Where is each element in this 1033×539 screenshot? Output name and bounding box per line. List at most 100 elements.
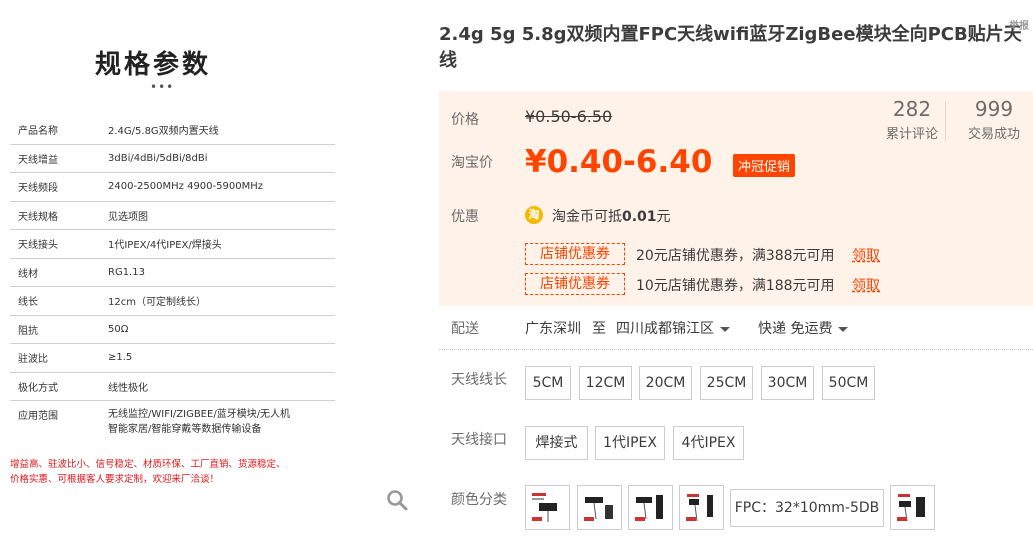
- ship-to-select[interactable]: 四川成都锦江区: [616, 318, 730, 338]
- coupon-text: 20元店铺优惠券，满388元可用: [636, 248, 835, 264]
- option-length[interactable]: 50CM: [822, 366, 875, 400]
- spec-value: 50Ω: [108, 323, 129, 335]
- option-length[interactable]: 25CM: [700, 366, 753, 400]
- shipping-row: 配送 广东深圳 至 四川成都锦江区 快递 免运费: [439, 306, 1033, 350]
- length-label: 天线线长: [451, 372, 507, 388]
- chevron-down-icon: [720, 326, 730, 332]
- option-length[interactable]: 20CM: [639, 366, 692, 400]
- spec-key: 应用范围: [18, 411, 58, 422]
- shop-coupon-tag: 店铺优惠券: [525, 273, 625, 295]
- option-color-text[interactable]: FPC：32*10mm-5DB: [730, 489, 884, 527]
- spec-table: 产品名称 2.4G/5.8G双频内置天线 天线增益 3dBi/4dBi/5dBi…: [10, 116, 335, 443]
- taobao-price-label: 淘宝价: [451, 155, 493, 171]
- spec-row: 应用范围 无线监控/WIFI/ZIGBEE/蓝牙模块/无人机 智能家居/智能穿戴…: [10, 401, 335, 443]
- spec-row: 天线频段 2400-2500MHz 4900-5900MHz: [10, 173, 335, 202]
- antenna-thumbnail: [584, 497, 613, 521]
- price-label: 价格: [451, 112, 479, 128]
- product-title: 2.4g 5g 5.8g双频内置FPC天线wifi蓝牙ZigBee模块全向PCB…: [439, 21, 1033, 74]
- spec-key: 天线规格: [18, 211, 58, 223]
- promo-tag: 冲冠促销: [733, 154, 796, 177]
- zoom-icon[interactable]: [386, 489, 408, 511]
- chevron-down-icon: [838, 326, 849, 332]
- sales-label: 交易成功: [967, 127, 1020, 142]
- spec-value: 1代IPEX/4代IPEX/焊接头: [108, 240, 222, 252]
- spec-value: 3dBi/4dBi/5dBi/8dBi: [108, 152, 208, 164]
- antenna-thumbnail: [635, 495, 663, 521]
- option-length[interactable]: 30CM: [761, 366, 814, 400]
- report-link[interactable]: 举报: [1009, 14, 1029, 40]
- spec-image: 规格参数 ••• 产品名称 2.4G/5.8G双频内置天线 天线增益 3dBi/…: [0, 0, 420, 539]
- spec-key: 线材: [18, 268, 38, 280]
- spec-value: 无线监控/WIFI/ZIGBEE/蓝牙模块/无人机 智能家居/智能穿戴等数据传输…: [108, 407, 335, 443]
- spec-red-line: 价格实惠、可根据客人要求定制，欢迎来厂洽谈！: [10, 474, 220, 485]
- claim-coupon-link[interactable]: 领取: [852, 275, 880, 295]
- spec-row: 天线接头 1代IPEX/4代IPEX/焊接头: [10, 230, 335, 259]
- spec-row: 线长 12cm（可定制线长）: [10, 287, 335, 316]
- antenna-thumbnail: [686, 494, 713, 522]
- spec-key: 天线增益: [18, 154, 58, 166]
- ship-method-text: 快递 免运费: [758, 321, 833, 337]
- spec-key: 天线接头: [18, 240, 58, 252]
- promo-label: 优惠: [451, 209, 479, 225]
- shop-coupon-tag: 店铺优惠券: [525, 243, 625, 265]
- coin-text-a: 淘金币可抵: [552, 209, 622, 225]
- reviews-count: 282: [892, 97, 932, 121]
- spec-value: 见选项图: [108, 211, 148, 223]
- taojinbi-icon: 淘: [525, 206, 543, 224]
- coupon-text: 10元店铺优惠券，满188元可用: [636, 278, 835, 294]
- claim-coupon-link[interactable]: 领取: [852, 245, 880, 265]
- spec-row: 极化方式 线性极化: [10, 373, 335, 401]
- spec-key: 极化方式: [18, 382, 58, 394]
- color-swatch[interactable]: [628, 485, 673, 530]
- original-price: ¥0.50-6.50: [525, 107, 613, 126]
- spec-value: RG1.13: [108, 266, 145, 278]
- sales-stat: 999 交易成功: [959, 97, 1029, 142]
- option-connector[interactable]: 4代IPEX: [673, 426, 744, 460]
- spec-key: 线长: [18, 297, 38, 309]
- shipping-label: 配送: [451, 321, 479, 337]
- color-swatch[interactable]: [890, 485, 935, 530]
- spec-row: 阻抗 50Ω: [10, 316, 335, 344]
- spec-key: 阻抗: [18, 325, 38, 337]
- sales-count: 999: [974, 97, 1014, 121]
- spec-value: 12cm（可定制线长）: [108, 297, 206, 309]
- promo-panel: 优惠 淘 淘金币可抵0.01元 店铺优惠券 20元店铺优惠券，满388元可用 领…: [439, 195, 1033, 306]
- spec-title: 规格参数: [95, 50, 212, 80]
- option-connector[interactable]: 1代IPEX: [595, 426, 665, 460]
- spec-value: 线性极化: [108, 382, 148, 394]
- price-panel: 价格 ¥0.50-6.50 淘宝价 ¥0.40-6.40 冲冠促销 282 累计…: [439, 91, 1033, 195]
- spec-value: 2.4G/5.8G双频内置天线: [108, 126, 219, 138]
- spec-key: 产品名称: [18, 126, 58, 138]
- antenna-thumbnail: [897, 494, 925, 522]
- spec-key: 天线频段: [18, 183, 58, 195]
- antenna-thumbnail: [532, 493, 557, 522]
- spec-app-line: 无线监控/WIFI/ZIGBEE/蓝牙模块/无人机: [108, 409, 291, 420]
- coin-text: 淘金币可抵0.01元: [552, 206, 671, 226]
- spec-key: 驻波比: [18, 354, 48, 366]
- color-swatch[interactable]: [679, 485, 724, 530]
- current-price: ¥0.40-6.40: [525, 144, 713, 180]
- spec-row: 天线增益 3dBi/4dBi/5dBi/8dBi: [10, 145, 335, 173]
- stat-divider: [945, 101, 946, 141]
- spec-row: 线材 RG1.13: [10, 259, 335, 287]
- reviews-stat[interactable]: 282 累计评论: [877, 97, 947, 142]
- connector-label: 天线接口: [451, 432, 507, 448]
- coin-text-c: 元: [656, 209, 671, 225]
- ship-method-select[interactable]: 快递 免运费: [758, 318, 849, 338]
- spec-value: 2400-2500MHz 4900-5900MHz: [108, 181, 263, 193]
- coin-amount: 0.01: [622, 209, 657, 225]
- spec-value: ≥1.5: [108, 352, 133, 364]
- color-swatch[interactable]: [525, 485, 570, 530]
- spec-row: 产品名称 2.4G/5.8G双频内置天线: [10, 116, 335, 145]
- reviews-label: 累计评论: [885, 127, 938, 142]
- ship-to-text: 四川成都锦江区: [616, 321, 714, 337]
- ship-from: 广东深圳: [525, 321, 581, 337]
- color-label: 颜色分类: [451, 492, 507, 508]
- option-length[interactable]: 12CM: [579, 366, 632, 400]
- option-length[interactable]: 5CM: [525, 366, 571, 400]
- color-swatch[interactable]: [577, 485, 622, 530]
- spec-row: 驻波比 ≥1.5: [10, 344, 335, 373]
- product-title-text: 2.4g 5g 5.8g双频内置FPC天线wifi蓝牙ZigBee模块全向PCB…: [439, 24, 1022, 71]
- ship-to-word: 至: [592, 321, 606, 337]
- option-connector[interactable]: 焊接式: [525, 426, 588, 460]
